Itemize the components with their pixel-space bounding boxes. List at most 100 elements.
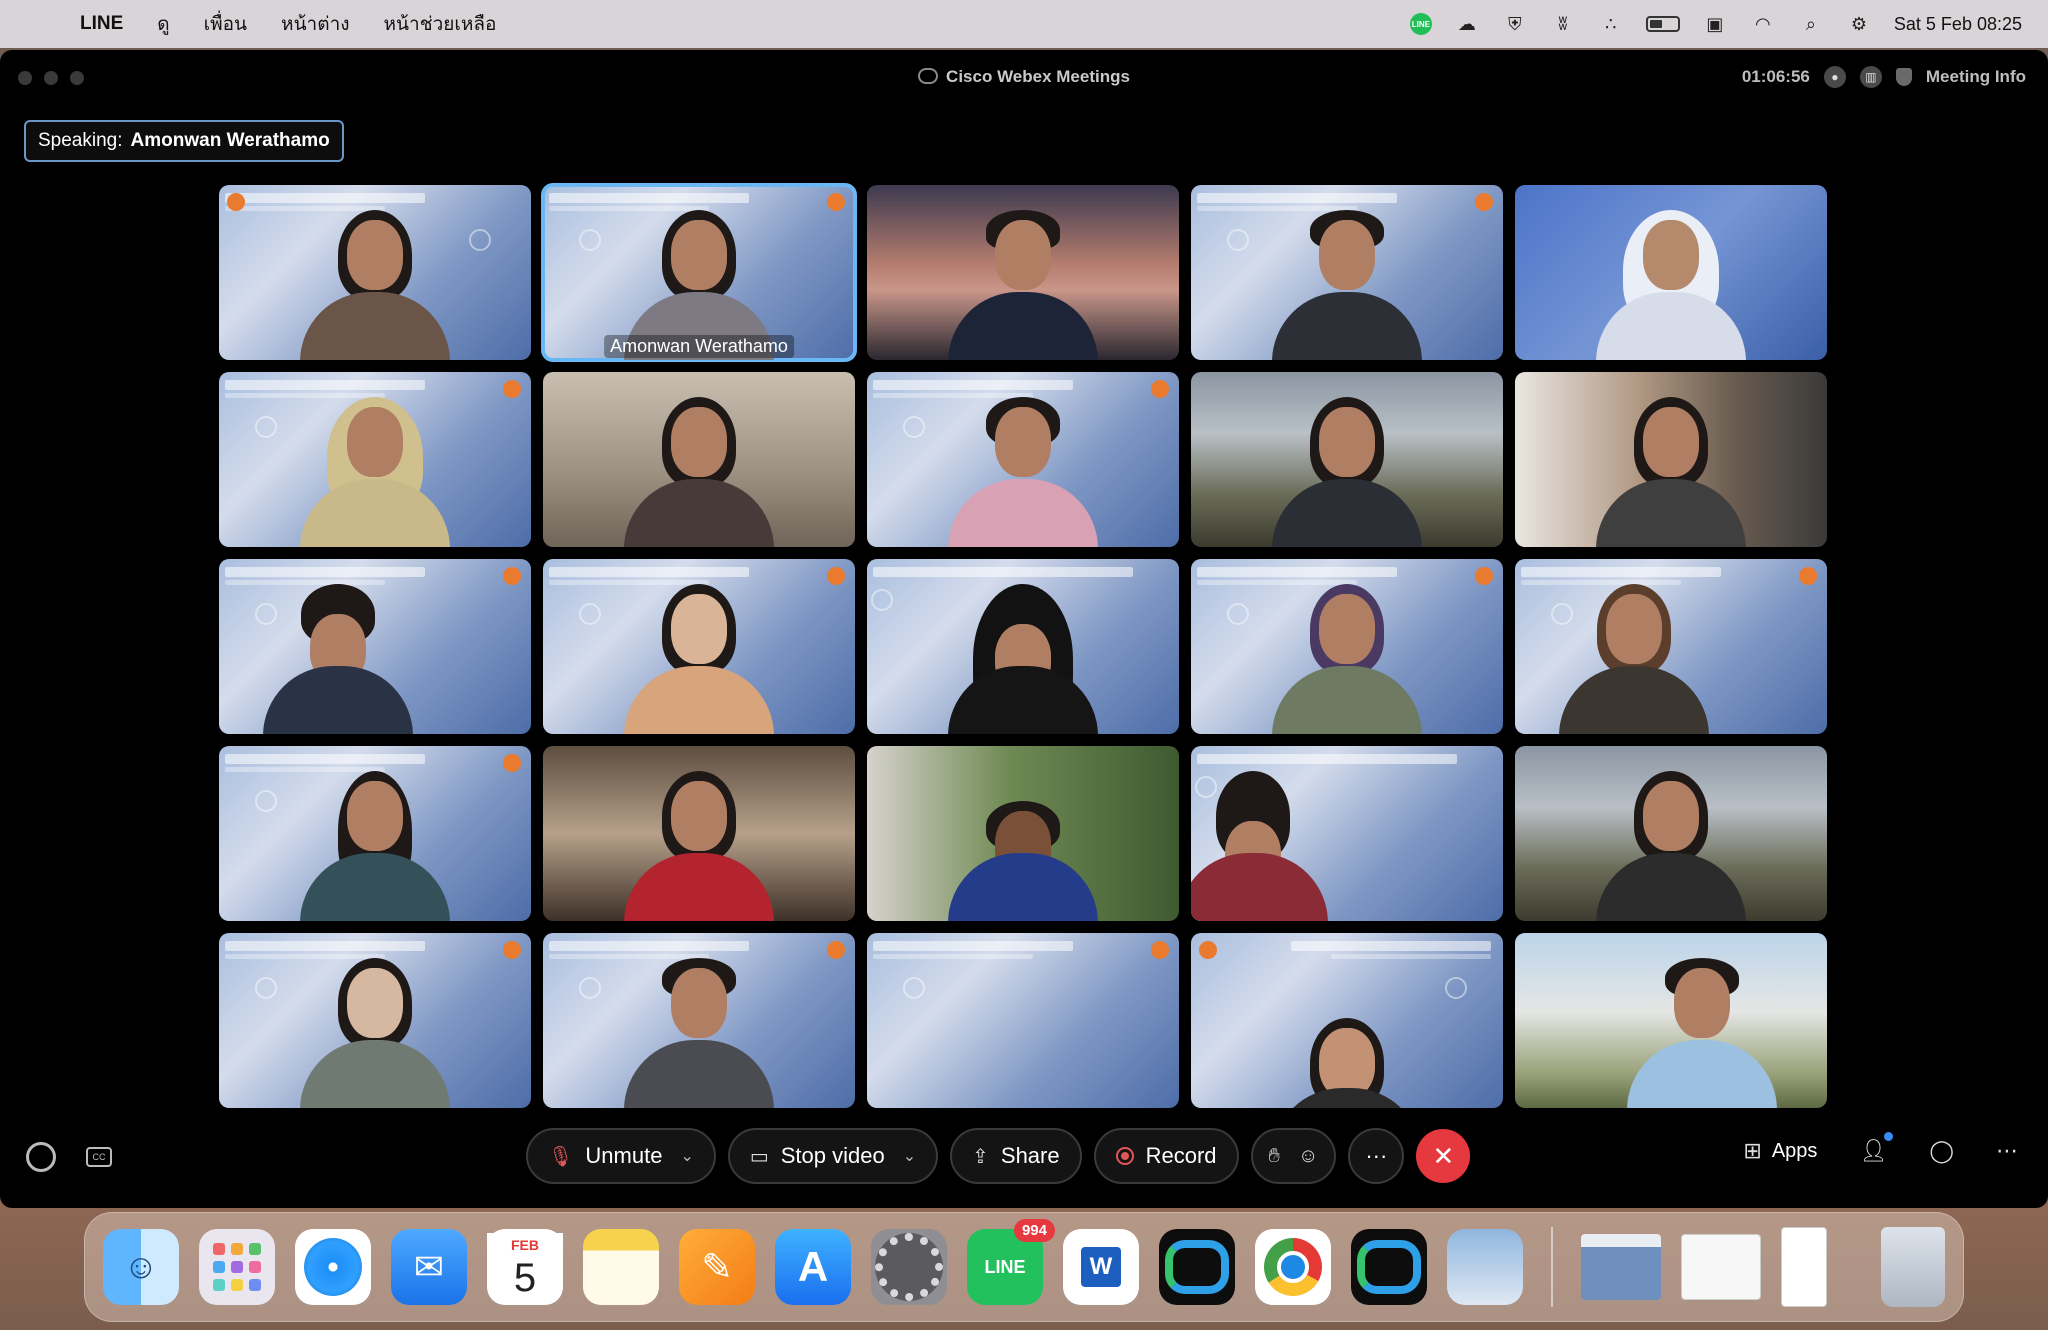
- recent-window-thumbnail[interactable]: [1581, 1234, 1661, 1300]
- calendar-app-icon[interactable]: FEB 5: [487, 1229, 563, 1305]
- wifi-icon[interactable]: ◠: [1750, 13, 1776, 35]
- menu-friends[interactable]: เพื่อน: [204, 9, 247, 39]
- webex-app-icon[interactable]: [1159, 1229, 1235, 1305]
- app-store-icon[interactable]: A: [775, 1229, 851, 1305]
- participant-video-tile[interactable]: [1515, 559, 1827, 734]
- app-menu[interactable]: LINE: [80, 13, 123, 35]
- unmute-button[interactable]: 🎙︎ Unmute ⌄: [526, 1128, 716, 1184]
- participant-video-tile[interactable]: [1191, 559, 1503, 734]
- participant-name-label: Amonwan Werathamo: [604, 335, 794, 358]
- closed-captions-icon[interactable]: CC: [86, 1147, 112, 1167]
- webex-window: Cisco Webex Meetings 01:06:56 ● ▥ Meetin…: [0, 50, 2048, 1208]
- mail-app-icon[interactable]: ✉: [391, 1229, 467, 1305]
- control-center-icon[interactable]: ⚙: [1846, 13, 1872, 35]
- finder-app-icon[interactable]: ☺: [103, 1229, 179, 1305]
- participant-video-tile[interactable]: [867, 746, 1179, 921]
- org-logo-icon: [503, 380, 521, 398]
- menu-view[interactable]: ดู: [157, 9, 169, 39]
- meeting-timer: 01:06:56: [1741, 67, 1810, 86]
- line-app-icon[interactable]: LINE 994: [967, 1219, 1055, 1305]
- menubar-clock[interactable]: Sat 5 Feb 08:25: [1894, 14, 2022, 35]
- participant-video-tile[interactable]: [1191, 933, 1503, 1108]
- meeting-info-shield-icon[interactable]: [1895, 68, 1912, 86]
- stop-video-button[interactable]: ▭ Stop video ⌄: [727, 1128, 939, 1184]
- trash-icon[interactable]: [1881, 1227, 1945, 1307]
- participant-avatar: [300, 397, 450, 547]
- notes-app-icon[interactable]: [583, 1229, 659, 1305]
- chat-bubble-icon[interactable]: ◯: [1929, 1138, 1954, 1164]
- menu-window[interactable]: หน้าต่าง: [281, 9, 349, 39]
- more-options-button[interactable]: ···: [1348, 1128, 1405, 1184]
- participant-video-tile[interactable]: [867, 372, 1179, 547]
- bluetooth-icon[interactable]: ∴: [1598, 13, 1624, 35]
- participant-avatar: [262, 584, 413, 734]
- network-stats-icon[interactable]: ▥: [1859, 66, 1882, 88]
- participant-video-tile[interactable]: [1191, 185, 1503, 360]
- org-logo-icon: [503, 754, 521, 772]
- participant-avatar: [300, 958, 450, 1108]
- pages-app-icon[interactable]: ✎: [679, 1229, 755, 1305]
- participant-video-tile[interactable]: [219, 185, 531, 360]
- apps-button[interactable]: ⊞ Apps: [1743, 1138, 1817, 1164]
- reactions-group: ✋︎ ☺: [1250, 1128, 1337, 1184]
- safari-app-icon[interactable]: [295, 1229, 371, 1305]
- participant-video-tile[interactable]: [1515, 372, 1827, 547]
- participant-video-tile[interactable]: [867, 185, 1179, 360]
- notion-icon[interactable]: ▣: [1702, 13, 1728, 35]
- battery-icon[interactable]: [1645, 16, 1680, 32]
- virtual-background-banner: [225, 567, 425, 577]
- menu-help[interactable]: หน้าช่วยเหลือ: [384, 9, 497, 39]
- system-preferences-icon[interactable]: [871, 1229, 947, 1305]
- participant-video-tile[interactable]: [219, 559, 531, 734]
- record-button[interactable]: Record: [1093, 1128, 1239, 1184]
- recording-status-icon[interactable]: ●: [1823, 66, 1846, 88]
- participant-video-tile[interactable]: [1515, 933, 1827, 1108]
- webex-status-icon[interactable]: ʬ: [1550, 13, 1576, 35]
- participant-video-tile[interactable]: [867, 559, 1179, 734]
- video-grid: Amonwan Werathamo: [219, 183, 1827, 1108]
- participant-video-tile[interactable]: [1191, 746, 1503, 921]
- meeting-info-link[interactable]: Meeting Info: [1926, 67, 2026, 87]
- line-status-icon[interactable]: LINE: [1409, 13, 1432, 35]
- active-speaker-indicator: Speaking: Amonwan Werathamo: [24, 120, 344, 162]
- share-button[interactable]: ⇪ Share: [950, 1128, 1082, 1184]
- participant-video-tile[interactable]: [543, 559, 855, 734]
- webex-meetings-app-icon[interactable]: [1351, 1229, 1427, 1305]
- word-app-icon[interactable]: [1063, 1229, 1139, 1305]
- more-menu-icon[interactable]: ⋯: [1996, 1138, 2018, 1164]
- leave-meeting-button[interactable]: ✕: [1416, 1129, 1471, 1183]
- line-app-label: LINE: [984, 1256, 1026, 1277]
- virtual-background-banner: [549, 567, 749, 577]
- participant-avatar: [948, 771, 1098, 921]
- participant-video-tile[interactable]: [543, 372, 855, 547]
- participant-video-tile[interactable]: [219, 372, 531, 547]
- chrome-app-icon[interactable]: [1255, 1229, 1331, 1305]
- preview-app-icon[interactable]: [1447, 1229, 1523, 1305]
- virtual-background-banner: [873, 941, 1073, 951]
- ai-assistant-icon[interactable]: [26, 1142, 56, 1172]
- participant-video-tile[interactable]: [219, 746, 531, 921]
- chevron-down-icon[interactable]: ⌄: [903, 1146, 916, 1166]
- window-titlebar: Cisco Webex Meetings 01:06:56 ● ▥ Meetin…: [0, 50, 2048, 106]
- search-icon[interactable]: ⌕: [1798, 13, 1824, 35]
- participant-video-tile[interactable]: [1515, 185, 1827, 360]
- recent-line-chat-thumbnail[interactable]: [1781, 1227, 1827, 1307]
- shield-status-icon[interactable]: ⛨: [1502, 13, 1528, 35]
- creative-cloud-icon[interactable]: ☁: [1454, 13, 1480, 35]
- participant-video-tile[interactable]: [543, 746, 855, 921]
- reactions-emoji-icon[interactable]: ☺: [1298, 1145, 1318, 1168]
- participant-avatar: [1272, 397, 1422, 547]
- unmute-label: Unmute: [585, 1143, 663, 1168]
- microphone-muted-icon: 🎙︎: [548, 1145, 574, 1168]
- participant-video-tile[interactable]: [543, 933, 855, 1108]
- participant-video-tile-camera-off[interactable]: [867, 933, 1179, 1108]
- active-speaker-video-tile[interactable]: Amonwan Werathamo: [541, 183, 857, 362]
- participants-icon[interactable]: 👤︎: [1859, 1132, 1894, 1164]
- participant-video-tile[interactable]: [219, 933, 531, 1108]
- raise-hand-icon[interactable]: ✋︎: [1269, 1145, 1280, 1168]
- participant-video-tile[interactable]: [1515, 746, 1827, 921]
- launchpad-app-icon[interactable]: [199, 1229, 275, 1305]
- recent-document-thumbnail[interactable]: [1681, 1234, 1761, 1300]
- participant-video-tile[interactable]: [1191, 372, 1503, 547]
- chevron-down-icon[interactable]: ⌄: [680, 1146, 693, 1166]
